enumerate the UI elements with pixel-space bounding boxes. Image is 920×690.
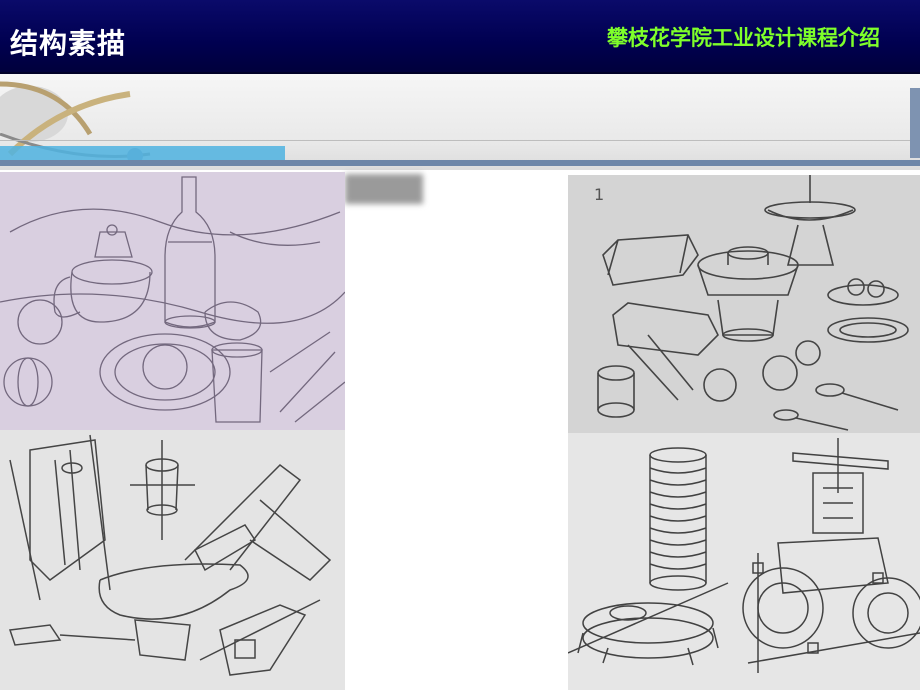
banner-stripe — [0, 160, 920, 166]
sketch-number: 1 — [594, 185, 605, 204]
header-bar: 结构素描 攀枝花学院工业设计课程介绍 — [0, 0, 920, 74]
sketch-mechanical-image — [568, 433, 920, 690]
banner-divider — [0, 140, 920, 141]
sketch-still-life-image — [0, 172, 345, 430]
slide-title: 结构素描 — [10, 27, 127, 60]
sketch-geometric-objects-image: 1 — [568, 175, 920, 433]
sketch-product-structure-image — [0, 430, 345, 690]
accent-stripe — [0, 146, 285, 160]
banner-right-bar — [910, 88, 920, 158]
decorative-banner — [0, 74, 920, 170]
slide-subtitle: 攀枝花学院工业设计课程介绍 — [607, 26, 880, 50]
shadow-bar — [345, 174, 423, 204]
